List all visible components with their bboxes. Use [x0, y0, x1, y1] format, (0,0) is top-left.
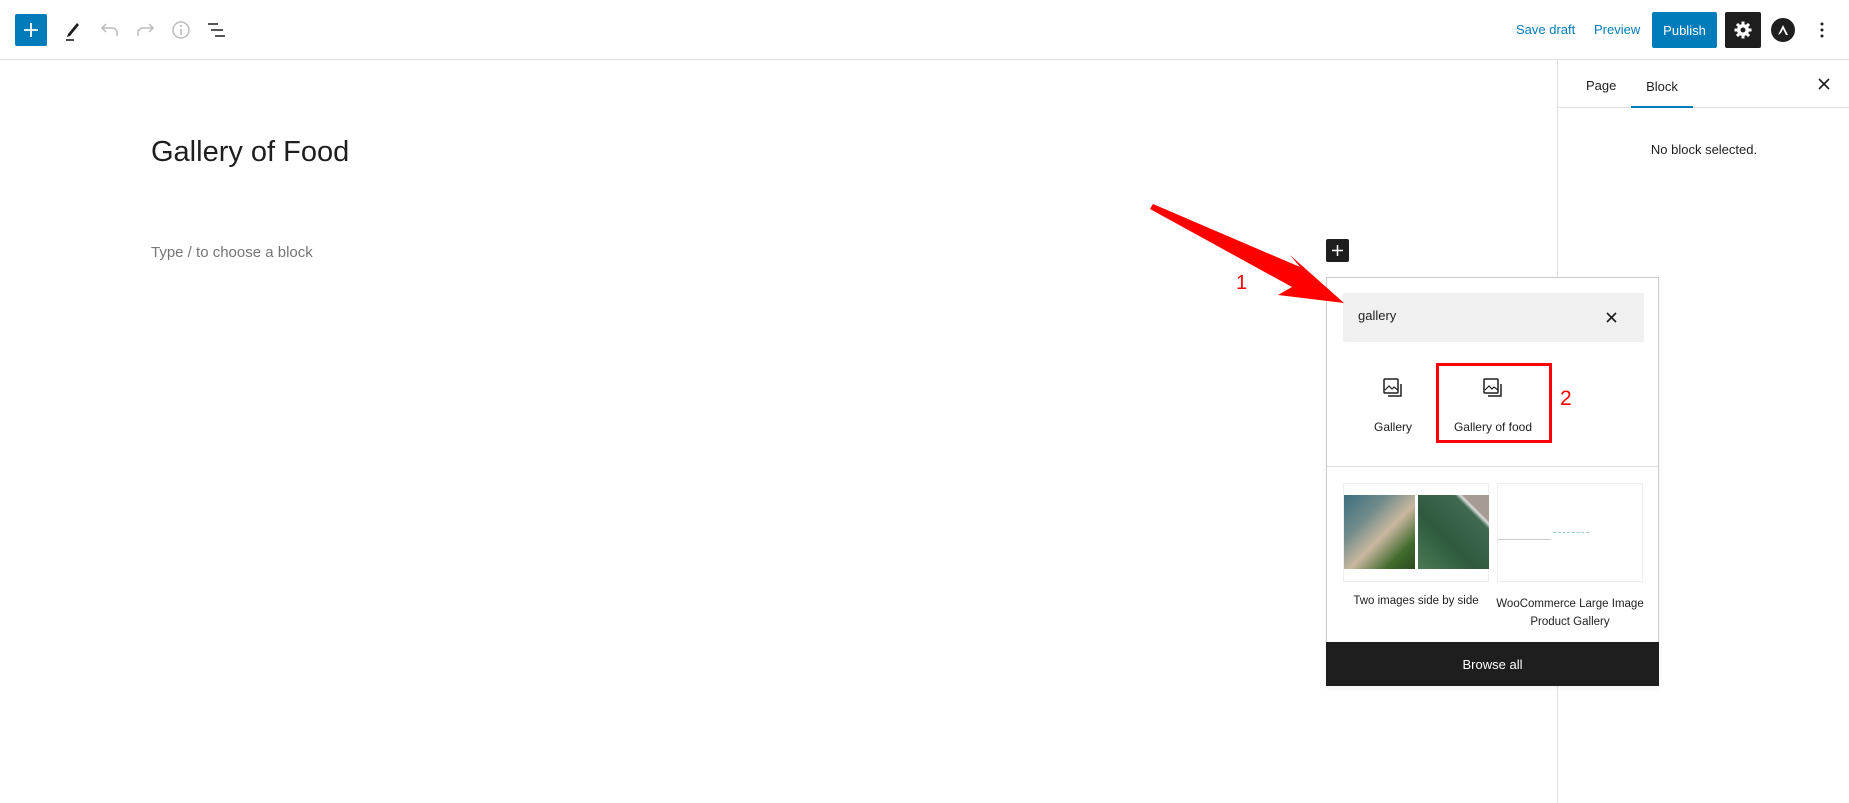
pattern-woocommerce-gallery[interactable] [1497, 483, 1643, 582]
sidebar-tabs: Page Block [1558, 60, 1849, 108]
tab-block[interactable]: Block [1631, 60, 1693, 108]
pattern-preview-line [1498, 539, 1551, 540]
astra-settings-button[interactable] [1771, 18, 1795, 42]
gallery-icon [1383, 378, 1402, 397]
annotation-arrow-icon [1150, 204, 1344, 303]
undo-button[interactable] [96, 14, 124, 46]
block-label: Gallery [1373, 420, 1412, 434]
block-search-input[interactable]: gallery [1343, 293, 1644, 342]
list-view-button[interactable] [203, 14, 231, 46]
add-block-button[interactable] [15, 14, 47, 46]
more-vertical-icon [1820, 22, 1824, 38]
clear-search-button[interactable] [1599, 305, 1623, 329]
publish-button[interactable]: Publish [1652, 12, 1717, 48]
plus-icon [24, 23, 38, 37]
more-options-button[interactable] [1812, 14, 1832, 46]
annotation-step-1: 1 [1236, 272, 1248, 294]
undo-icon [100, 23, 118, 36]
post-title[interactable]: Gallery of Food [151, 136, 349, 169]
pattern-preview-image [1344, 495, 1415, 569]
browse-all-button[interactable]: Browse all [1326, 642, 1659, 686]
close-icon [1605, 311, 1617, 323]
pattern-two-images[interactable] [1343, 483, 1489, 582]
settings-button[interactable] [1725, 12, 1761, 48]
pattern-label: WooCommerce Large Image Product Gallery [1496, 598, 1644, 628]
redo-button[interactable] [131, 14, 159, 46]
search-value: gallery [1358, 308, 1397, 323]
pattern-label: Two images side by side [1353, 595, 1479, 607]
gear-icon [1734, 21, 1752, 39]
divider [1327, 466, 1658, 467]
browse-all-label: Browse all [1462, 656, 1523, 672]
close-icon [1818, 78, 1830, 90]
annotation-highlight-box [1436, 363, 1552, 443]
close-sidebar-button[interactable] [1814, 72, 1834, 96]
pattern-preview-image [1418, 495, 1489, 569]
list-view-icon [208, 23, 225, 37]
block-item-gallery[interactable]: Gallery [1343, 364, 1443, 442]
annotation-step-2: 2 [1560, 387, 1572, 410]
preview-button[interactable]: Preview [1594, 22, 1640, 37]
pencil-icon [66, 23, 79, 41]
block-inserter-popover: gallery Gallery Gallery of food Two imag… [1326, 277, 1659, 686]
editor-toolbar: Save draft Preview Publish [0, 0, 1849, 60]
redo-icon [137, 23, 155, 36]
block-placeholder[interactable]: Type / to choose a block [151, 244, 313, 261]
no-block-message: No block selected. [1650, 142, 1758, 157]
tab-block-label: Block [1646, 79, 1678, 94]
pattern-preview-line [1553, 532, 1589, 533]
tab-page[interactable]: Page [1586, 78, 1616, 93]
save-draft-button[interactable]: Save draft [1516, 22, 1575, 37]
tools-button[interactable] [58, 14, 86, 46]
info-icon [172, 21, 190, 39]
astra-logo-icon [1778, 25, 1788, 35]
publish-label: Publish [1663, 22, 1706, 38]
details-button[interactable] [167, 14, 195, 46]
